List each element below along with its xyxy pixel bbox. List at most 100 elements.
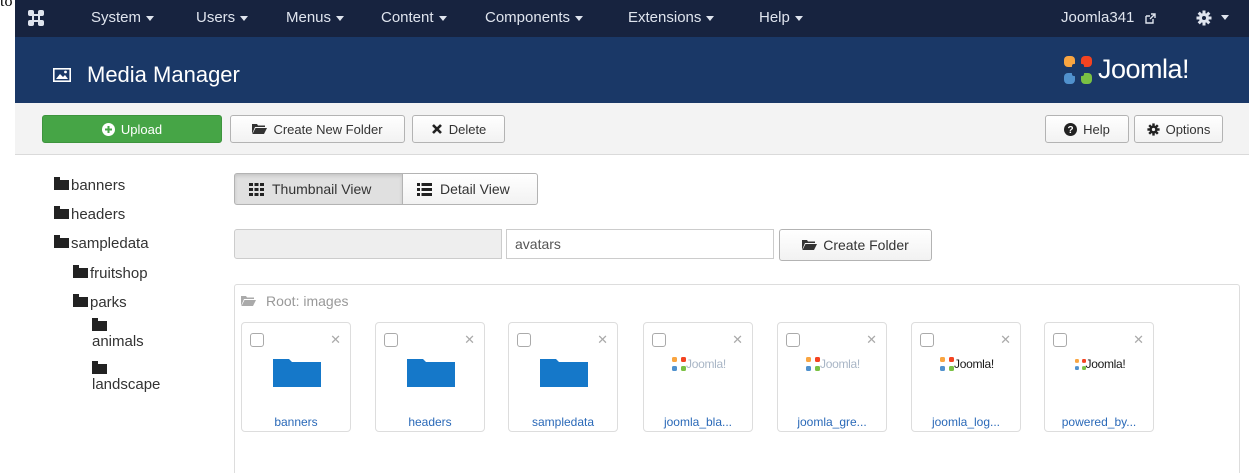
folder-open-icon [252, 124, 268, 134]
create-new-folder-button[interactable]: Create New Folder [230, 115, 405, 143]
options-button[interactable]: Options [1134, 115, 1223, 143]
media-item-sampledata[interactable]: ✕ sampledata [508, 322, 618, 432]
folder-icon[interactable] [273, 359, 321, 387]
media-item-joomla-black[interactable]: ✕ Joomla! joomla_bla... [643, 322, 753, 432]
external-link-icon [1144, 12, 1156, 24]
joomla-brand-text: Joomla! [1098, 54, 1190, 84]
folder-icon [54, 235, 69, 248]
nav-menu-components[interactable]: Components [485, 9, 584, 26]
media-item-joomla-green[interactable]: ✕ Joomla! joomla_gre... [777, 322, 887, 432]
caret-down-icon [575, 15, 584, 21]
svg-text:?: ? [1068, 125, 1074, 136]
page-title: Media Manager [87, 62, 240, 87]
delete-button[interactable]: Delete [412, 115, 505, 143]
image-icon [53, 68, 71, 82]
select-checkbox[interactable] [250, 333, 264, 347]
select-checkbox[interactable] [786, 333, 800, 347]
create-folder-button[interactable]: Create Folder [779, 229, 932, 261]
nav-menu-users[interactable]: Users [196, 9, 249, 26]
gear-icon [1147, 122, 1160, 136]
select-checkbox[interactable] [920, 333, 934, 347]
folder-icon [92, 361, 107, 374]
question-circle-icon: ? [1064, 122, 1078, 136]
delete-item-icon[interactable]: ✕ [732, 333, 743, 346]
image-preview[interactable]: Joomla! [786, 349, 880, 379]
user-menu[interactable] [1196, 9, 1230, 27]
select-checkbox[interactable] [517, 333, 531, 347]
nav-menu-extensions[interactable]: Extensions [628, 9, 715, 26]
folder-icon [73, 294, 88, 307]
joomla-logo-icon [940, 357, 955, 371]
toolbar: Upload Create New Folder Delete ? Help O [15, 103, 1249, 155]
folder-icon [73, 265, 88, 278]
media-item-banners[interactable]: ✕ banners [241, 322, 351, 432]
folder-icon [54, 177, 69, 190]
tree-item-headers[interactable]: headers [54, 206, 125, 223]
delete-item-icon[interactable]: ✕ [1000, 333, 1011, 346]
close-icon [431, 124, 442, 134]
caret-down-icon [706, 15, 715, 21]
tree-item-landscape[interactable]: landscape [92, 361, 160, 393]
site-link[interactable]: Joomla341 [1061, 9, 1156, 26]
top-navbar: System Users Menus Content Components Ex… [15, 0, 1249, 37]
caret-down-icon [794, 15, 803, 21]
media-item-headers[interactable]: ✕ headers [375, 322, 485, 432]
media-item-powered-by[interactable]: ✕ Joomla! powered_by... [1044, 322, 1154, 432]
plus-circle-icon [101, 122, 115, 136]
media-item-label[interactable]: powered_by... [1045, 415, 1153, 429]
tree-item-fruitshop[interactable]: fruitshop [73, 265, 148, 282]
tree-item-parks[interactable]: parks [73, 294, 127, 311]
media-panel: Root: images ✕ banners ✕ headers ✕ sampl… [234, 284, 1240, 473]
joomla-logo-icon [1074, 358, 1086, 370]
folder-icon [92, 318, 107, 331]
delete-item-icon[interactable]: ✕ [330, 333, 341, 346]
media-item-label[interactable]: joomla_gre... [778, 415, 886, 429]
folder-open-icon [241, 296, 256, 306]
image-preview[interactable]: Joomla! [1053, 349, 1147, 379]
list-icon [417, 182, 432, 196]
thumbnail-view-button[interactable]: Thumbnail View [234, 173, 403, 205]
folder-icon[interactable] [407, 359, 455, 387]
caret-down-icon [240, 15, 249, 21]
folder-open-icon [802, 240, 818, 250]
help-button[interactable]: ? Help [1045, 115, 1129, 143]
folder-icon[interactable] [540, 359, 588, 387]
caret-down-icon [146, 15, 155, 21]
delete-item-icon[interactable]: ✕ [866, 333, 877, 346]
upload-button[interactable]: Upload [42, 115, 222, 143]
caret-down-icon [336, 15, 345, 21]
delete-item-icon[interactable]: ✕ [1133, 333, 1144, 346]
page-header: Media Manager Joomla! [15, 37, 1249, 103]
breadcrumb: Root: images [241, 293, 348, 309]
th-grid-icon [249, 182, 264, 196]
image-preview[interactable]: Joomla! [652, 349, 746, 379]
nav-menu-help[interactable]: Help [759, 9, 803, 26]
nav-menu-system[interactable]: System [91, 9, 155, 26]
media-item-label[interactable]: joomla_bla... [644, 415, 752, 429]
folder-path-field [234, 229, 502, 259]
caret-down-icon [1221, 15, 1230, 21]
select-checkbox[interactable] [652, 333, 666, 347]
delete-item-icon[interactable]: ✕ [597, 333, 608, 346]
select-checkbox[interactable] [1053, 333, 1067, 347]
nav-menu-content[interactable]: Content [381, 9, 447, 26]
joomla-logo-icon [806, 357, 821, 371]
media-item-label[interactable]: joomla_log... [912, 415, 1020, 429]
joomla-brand-logo-icon [1064, 56, 1092, 84]
delete-item-icon[interactable]: ✕ [464, 333, 475, 346]
gear-icon [1196, 10, 1212, 26]
detail-view-button[interactable]: Detail View [402, 173, 538, 205]
folder-icon [54, 206, 69, 219]
nav-menu-menus[interactable]: Menus [286, 9, 345, 26]
image-preview[interactable]: Joomla! [920, 349, 1014, 379]
tree-item-sampledata[interactable]: sampledata [54, 235, 149, 252]
media-item-label[interactable]: banners [242, 415, 350, 429]
tree-item-banners[interactable]: banners [54, 177, 125, 194]
select-checkbox[interactable] [384, 333, 398, 347]
tree-item-animals[interactable]: animals [92, 318, 144, 350]
media-item-joomla-logo[interactable]: ✕ Joomla! joomla_log... [911, 322, 1021, 432]
media-item-label[interactable]: sampledata [509, 415, 617, 429]
joomla-logo-icon[interactable] [27, 9, 45, 27]
media-item-label[interactable]: headers [376, 415, 484, 429]
folder-name-input[interactable] [506, 229, 774, 259]
